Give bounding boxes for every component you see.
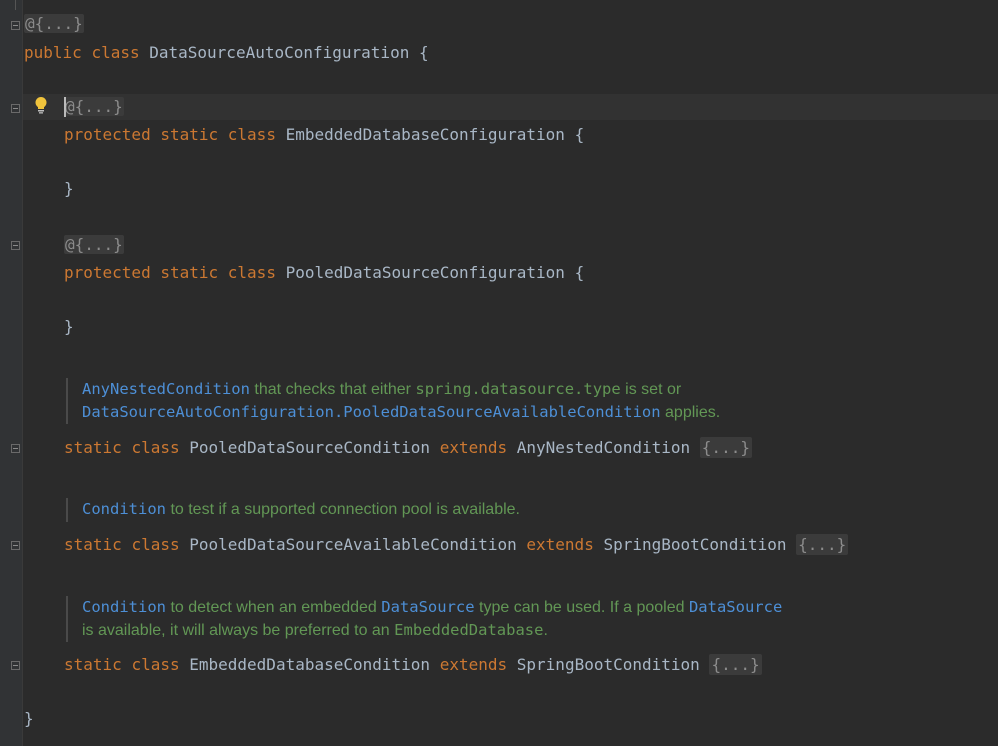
fold-marker-icon[interactable] [11,661,20,670]
keyword-token: class [131,655,180,674]
keyword-token: class [227,125,276,144]
code-token: PooledDataSourceCondition [179,438,440,457]
code-line[interactable]: protected static class PooledDataSourceC… [64,261,584,285]
doc-link[interactable]: AnyNestedCondition [82,380,250,398]
keyword-token: extends [439,655,508,674]
code-line[interactable]: public class DataSourceAutoConfiguration… [24,41,429,65]
code-token: SpringBootCondition [593,535,797,554]
doc-link[interactable]: Condition [82,500,166,518]
fold-marker-icon[interactable] [11,541,20,550]
code-token: SpringBootCondition [507,655,710,674]
doc-line: Condition to test if a supported connect… [82,498,520,521]
code-token: PooledDataSourceConfiguration { [275,263,585,282]
code-token: } [64,179,74,198]
code-token: } [24,709,34,728]
doc-text: to test if a supported connection pool i… [166,501,520,518]
keyword-token: protected [64,125,151,144]
code-line[interactable]: static class PooledDataSourceAvailableCo… [64,533,849,557]
keyword-token: extends [526,535,594,554]
doc-text: to detect when an embedded [166,599,382,616]
keyword-token: extends [439,438,508,457]
code-line[interactable]: static class PooledDataSourceCondition e… [64,436,752,460]
code-line[interactable]: @{...} [64,233,124,257]
code-token: } [64,317,74,336]
doc-code: spring.datasource.type [415,380,621,398]
doc-text: type can be used. If a pooled [474,599,689,616]
doc-code: EmbeddedDatabase [394,621,544,639]
folded-body[interactable]: {...} [709,654,762,675]
doc-link[interactable]: DataSourceAutoConfiguration.PooledDataSo… [82,403,661,421]
current-line-highlight [23,94,998,120]
keyword-token: static [64,438,122,457]
keyword-token: public [24,43,82,62]
doc-link[interactable]: DataSource [381,598,474,616]
doc-link[interactable]: Condition [82,598,166,616]
doc-text: . [543,622,548,639]
doc-text: applies. [660,404,721,421]
lightbulb-icon[interactable] [33,96,49,114]
fold-marker-icon[interactable] [11,104,20,113]
code-line[interactable]: protected static class EmbeddedDatabaseC… [64,123,584,147]
code-line[interactable]: @{...} [24,12,84,36]
fold-guide [15,0,16,10]
code-line[interactable]: static class EmbeddedDatabaseCondition e… [64,653,762,677]
keyword-token: static [64,535,122,554]
keyword-token: static [64,655,122,674]
fold-marker-icon[interactable] [11,21,20,30]
keyword-token: class [131,535,180,554]
keyword-token: protected [64,263,151,282]
doc-line: DataSourceAutoConfiguration.PooledDataSo… [82,401,720,424]
code-token: EmbeddedDatabaseConfiguration { [275,125,585,144]
doc-comment: Condition to detect when an embedded Dat… [66,596,782,642]
code-line[interactable]: } [64,177,74,201]
text-caret [64,97,66,117]
doc-line: AnyNestedCondition that checks that eith… [82,378,720,401]
doc-text: is available, it will always be preferre… [82,622,395,639]
keyword-token: static [160,125,219,144]
doc-comment: Condition to test if a supported connect… [66,498,520,522]
folded-body[interactable]: {...} [796,534,849,555]
doc-line: is available, it will always be preferre… [82,619,782,642]
fold-marker-icon[interactable] [11,444,20,453]
folded-body[interactable]: {...} [699,437,752,458]
fold-marker-icon[interactable] [11,241,20,250]
keyword-token: static [160,263,219,282]
keyword-token: class [91,43,140,62]
code-line[interactable]: @{...} [64,95,124,119]
keyword-token: class [131,438,180,457]
doc-line: Condition to detect when an embedded Dat… [82,596,782,619]
code-token: EmbeddedDatabaseCondition [179,655,440,674]
code-token: DataSourceAutoConfiguration { [139,43,429,62]
doc-link[interactable]: DataSource [689,598,782,616]
keyword-token: class [227,263,276,282]
folded-annotations[interactable]: @{...} [24,14,84,33]
doc-text: is set or [620,381,682,398]
code-line[interactable]: } [24,707,34,731]
code-token: PooledDataSourceAvailableCondition [179,535,527,554]
doc-comment: AnyNestedCondition that checks that eith… [66,378,720,424]
folded-annotations[interactable]: @{...} [64,97,124,116]
code-line[interactable]: } [64,315,74,339]
folded-annotations[interactable]: @{...} [64,235,124,254]
doc-text: that checks that either [249,381,416,398]
code-token: AnyNestedCondition [507,438,700,457]
